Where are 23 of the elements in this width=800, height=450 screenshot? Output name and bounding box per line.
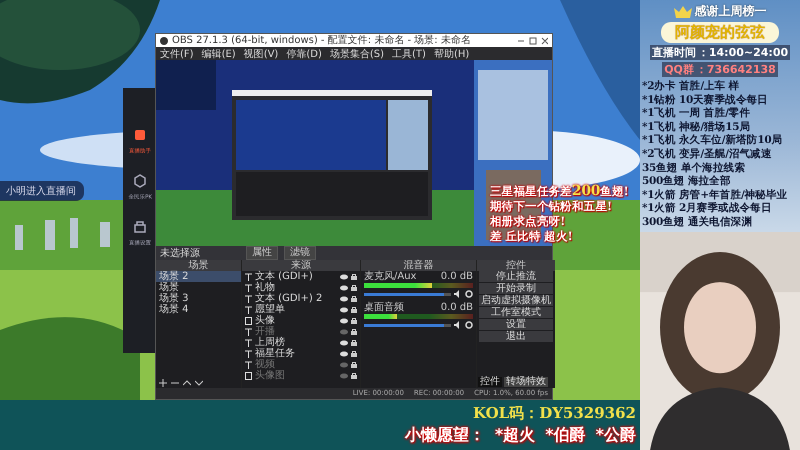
wish-label: 小懒愿望： <box>404 425 485 446</box>
perk-line: 35鱼翅 单个海拉线索 <box>642 162 746 175</box>
perk-line: *2办卡 首胜/上车 样 <box>642 80 740 94</box>
info-label: 直播时间 <box>650 45 698 60</box>
perk-line: *1飞机 神秘/猎场15局 <box>642 120 751 134</box>
wish-item: *超火 <box>494 425 536 446</box>
top-fan-name: 阿颜宠的弦弦 <box>661 22 779 43</box>
kol-code: KOL码：DY5329362 <box>472 404 636 423</box>
perk-line: *1火箭 房管+年首胜/神秘毕业 <box>642 188 788 202</box>
perk-line: *1飞机 一周 首胜/零件 <box>642 107 752 121</box>
wish-item: *公爵 <box>596 425 636 446</box>
crown-icon <box>674 6 692 18</box>
panel-title: 感谢上周榜一 <box>694 3 766 20</box>
perk-line: 300鱼翅 通关电信深渊 <box>642 216 753 230</box>
perk-line: *1钻粉 10天赛季战令每日 <box>642 94 769 107</box>
perk-line: 500鱼翅 海拉全部 <box>642 175 732 188</box>
perk-line: *1飞机 永久车位/新塔防10局 <box>642 134 784 148</box>
perk-line: *1火箭 2月赛季或战令每日 <box>642 202 773 216</box>
wish-item: *伯爵 <box>545 425 586 446</box>
info-value: ：14:00~24:00 <box>698 45 790 60</box>
info-label: QQ群 <box>662 62 696 77</box>
perk-line: *2飞机 变异/圣艉/沼气减速 <box>642 148 773 162</box>
info-value: ：736642138 <box>696 62 778 77</box>
